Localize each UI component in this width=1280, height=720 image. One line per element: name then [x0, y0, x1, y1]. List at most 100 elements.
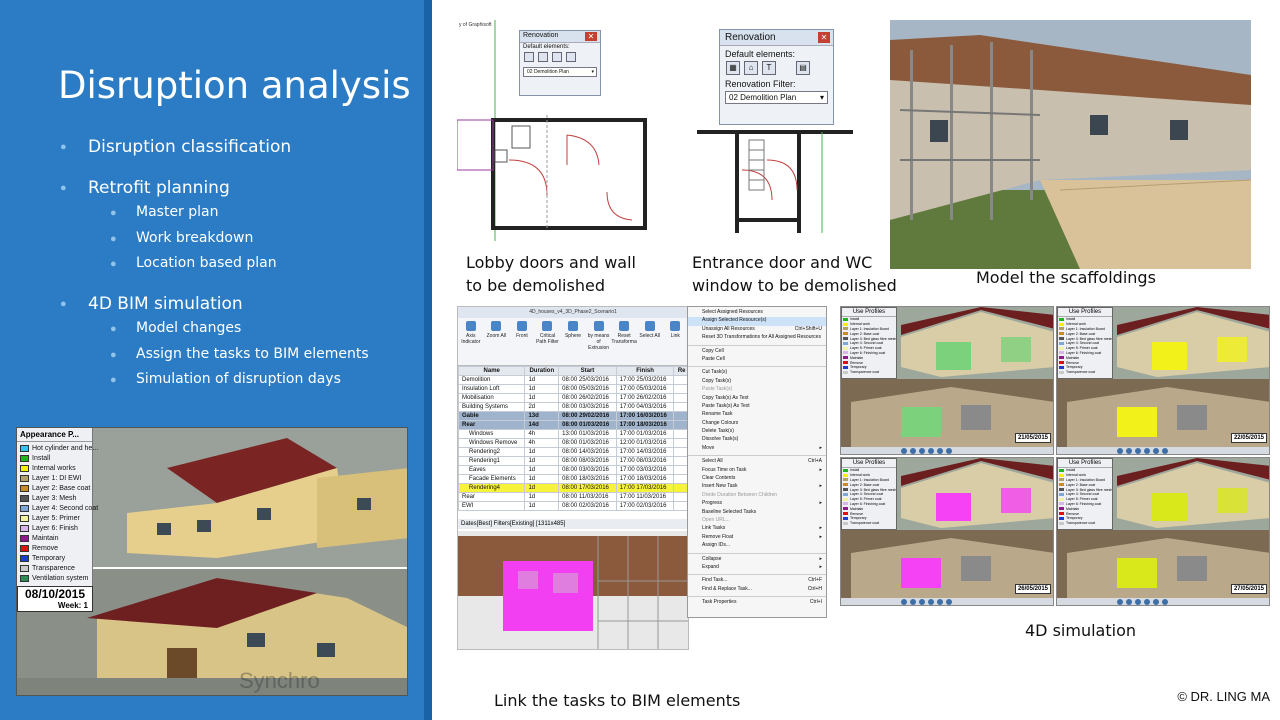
- playback-button-icon[interactable]: [1126, 448, 1132, 454]
- context-menu-item[interactable]: Change Colours: [688, 420, 826, 428]
- playback-button-icon[interactable]: [946, 599, 952, 605]
- context-menu-item[interactable]: Select Assigned Resources: [688, 309, 826, 317]
- context-menu-item[interactable]: Expand ▸: [688, 564, 826, 572]
- appearance-item[interactable]: Install: [20, 453, 89, 463]
- playback-button-icon[interactable]: [1153, 448, 1159, 454]
- table-row[interactable]: Eaves 1d 08:00 03/03/2016 17:00 03/03/2016: [458, 465, 688, 475]
- folder-icon[interactable]: ▤: [796, 61, 810, 75]
- ribbon-button[interactable]: Sphere: [560, 320, 586, 365]
- table-row[interactable]: Windows Remove 4h 08:00 01/03/2016 12:00 01…: [458, 438, 688, 448]
- demolish-icon[interactable]: ⌂: [744, 61, 758, 75]
- appearance-item[interactable]: Layer 3: Mesh: [20, 493, 89, 503]
- playback-button-icon[interactable]: [946, 448, 952, 454]
- context-menu-item[interactable]: Clear Contents: [688, 475, 826, 483]
- context-menu-item[interactable]: Delete Task(s): [688, 428, 826, 436]
- table-row[interactable]: Facade Elements 1d 08:00 18/03/2016 17:00 1…: [458, 474, 688, 484]
- table-row[interactable]: Rendering1 1d 08:00 08/03/2016 17:00 08/03/…: [458, 456, 688, 466]
- playback-button-icon[interactable]: [919, 599, 925, 605]
- context-menu-item[interactable]: Progress ▸: [688, 500, 826, 508]
- playback-button-icon[interactable]: [937, 448, 943, 454]
- context-menu-item[interactable]: Reset 3D Transformations for All Assigne…: [688, 334, 826, 342]
- table-row[interactable]: Windows 4h 13:00 01/03/2016 17:00 01/03/201…: [458, 429, 688, 439]
- context-menu-item[interactable]: Assign IDs...: [688, 542, 826, 550]
- context-menu-item[interactable]: Move ▸: [688, 445, 826, 453]
- playback-button-icon[interactable]: [1162, 599, 1168, 605]
- appearance-item[interactable]: Remove: [20, 543, 89, 553]
- grid-icon[interactable]: ▦: [726, 61, 740, 75]
- context-menu-item[interactable]: Collapse ▸: [688, 556, 826, 564]
- context-menu-item[interactable]: Insert New Task ▸: [688, 483, 826, 491]
- context-menu-item[interactable]: Cut Task(s): [688, 369, 826, 377]
- column-header[interactable]: Start: [558, 366, 617, 376]
- appearance-item[interactable]: Internal works: [20, 463, 89, 473]
- table-row[interactable]: EWI 1d 08:00 02/03/2016 17:00 02/03/2016: [458, 501, 688, 511]
- folder-icon[interactable]: [566, 52, 576, 62]
- table-row[interactable]: Gable 13d 08:00 29/02/2016 17:00 16/03/2016: [458, 411, 688, 421]
- playback-button-icon[interactable]: [919, 448, 925, 454]
- renovation-filter-select[interactable]: 02 Demolition Plan ▾: [725, 91, 828, 104]
- playback-button-icon[interactable]: [1153, 599, 1159, 605]
- context-menu-item[interactable]: Dissolve Task(s): [688, 436, 826, 444]
- appearance-item[interactable]: Layer 6: Finish: [20, 523, 89, 533]
- table-row[interactable]: Mobilisation 1d 08:00 26/02/2016 17:00 26/0…: [458, 393, 688, 403]
- context-menu-item[interactable]: Assign Selected Resource(s): [688, 317, 826, 326]
- grid-icon[interactable]: [524, 52, 534, 62]
- appearance-item[interactable]: Temporary: [20, 553, 89, 563]
- column-header[interactable]: Finish: [615, 366, 675, 376]
- context-menu-item[interactable]: Copy Task(s): [688, 378, 826, 386]
- playback-button-icon[interactable]: [1144, 448, 1150, 454]
- table-row[interactable]: Rendering4 1d 08:00 17/03/2016 17:00 17/03/…: [458, 483, 688, 493]
- playback-button-icon[interactable]: [928, 448, 934, 454]
- playback-button-icon[interactable]: [1126, 599, 1132, 605]
- context-menu-item[interactable]: Open URL...: [688, 517, 826, 525]
- playback-button-icon[interactable]: [937, 599, 943, 605]
- close-icon[interactable]: ✕: [818, 32, 830, 43]
- playback-button-icon[interactable]: [1117, 599, 1123, 605]
- appearance-item[interactable]: Layer 1: DI EWI: [20, 473, 89, 483]
- renovation-filter-select[interactable]: 02 Demolition Plan ▾: [523, 67, 597, 77]
- column-header[interactable]: Name: [458, 366, 526, 376]
- text-icon[interactable]: T: [762, 61, 776, 75]
- playback-button-icon[interactable]: [1117, 448, 1123, 454]
- table-row[interactable]: Insulation Loft 1d 08:00 05/03/2016 17:00 0…: [458, 384, 688, 394]
- context-menu-item[interactable]: Find Task... Ctrl+F: [688, 577, 826, 585]
- context-menu-item[interactable]: Divide Duration Between Children: [688, 492, 826, 500]
- table-row[interactable]: Building Systems 2d 08:00 03/03/2016 17:00 …: [458, 402, 688, 412]
- table-row[interactable]: Rendering2 1d 08:00 14/03/2016 17:00 14/03/…: [458, 447, 688, 457]
- context-menu-item[interactable]: Find & Replace Task... Ctrl+H: [688, 586, 826, 594]
- context-menu-item[interactable]: Unassign All Resources Ctrl+Shift+U: [688, 326, 826, 334]
- text-icon[interactable]: [552, 52, 562, 62]
- ribbon-button[interactable]: Zoom All: [484, 320, 510, 365]
- playback-button-icon[interactable]: [910, 448, 916, 454]
- demolish-icon[interactable]: [538, 52, 548, 62]
- context-menu-item[interactable]: Link Tasks ▸: [688, 525, 826, 533]
- ribbon-button[interactable]: Critical Path Filter: [535, 320, 561, 365]
- appearance-item[interactable]: Hot cylinder and he...: [20, 443, 98, 453]
- playback-button-icon[interactable]: [1162, 448, 1168, 454]
- context-menu-item[interactable]: Paste Task(s) As Text: [688, 403, 826, 411]
- ribbon-button[interactable]: Link: [663, 320, 689, 365]
- column-header[interactable]: Duration: [524, 366, 560, 376]
- ribbon-button[interactable]: Front: [509, 320, 535, 365]
- context-menu-item[interactable]: Focus Time on Task ▸: [688, 467, 826, 475]
- context-menu-item[interactable]: Rename Task: [688, 411, 826, 419]
- ribbon-button[interactable]: Select All: [637, 320, 663, 365]
- context-menu-item[interactable]: Select All Ctrl+A: [688, 458, 826, 466]
- table-row[interactable]: Rear 1d 08:00 11/03/2016 17:00 11/03/2016: [458, 492, 688, 502]
- close-icon[interactable]: ✕: [585, 32, 597, 41]
- appearance-item[interactable]: Maintain: [20, 533, 89, 543]
- playback-button-icon[interactable]: [1144, 599, 1150, 605]
- context-menu-item[interactable]: Baseline Selected Tasks: [688, 509, 826, 517]
- table-row[interactable]: Rear 14d 08:00 01/03/2016 17:00 18/03/2016: [458, 420, 688, 430]
- context-menu-item[interactable]: Remove Float ▸: [688, 534, 826, 542]
- context-menu-item[interactable]: Task Properties Ctrl+I: [688, 599, 826, 607]
- ribbon-button[interactable]: Reset Transformation(s): [611, 320, 637, 365]
- context-menu-item[interactable]: Copy Cell: [688, 348, 826, 356]
- playback-button-icon[interactable]: [1135, 448, 1141, 454]
- context-menu-item[interactable]: Copy Task(s) As Text: [688, 395, 826, 403]
- playback-button-icon[interactable]: [1135, 599, 1141, 605]
- appearance-item[interactable]: Transparence: [20, 563, 89, 573]
- playback-button-icon[interactable]: [910, 599, 916, 605]
- context-menu-item[interactable]: Paste Task(s): [688, 386, 826, 394]
- ribbon-button[interactable]: by means of Extrusion: [586, 320, 612, 365]
